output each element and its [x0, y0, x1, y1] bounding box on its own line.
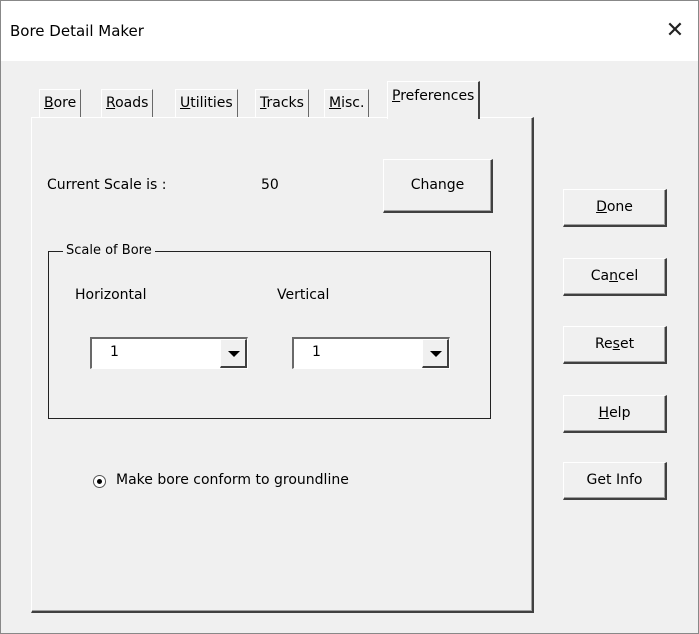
tab-utilities-key: U — [180, 95, 191, 111]
conform-radio[interactable] — [93, 475, 106, 488]
help-label: elp — [609, 405, 631, 421]
tab-roads-label: oads — [115, 95, 149, 111]
help-button[interactable]: Help — [563, 395, 667, 433]
chevron-down-icon[interactable] — [220, 339, 247, 368]
reset-label-post: et — [619, 336, 635, 352]
cancel-key: n — [609, 268, 619, 284]
tab-preferences[interactable]: Preferences — [387, 81, 481, 119]
dialog-window: Bore Detail Maker ✕ Bore Roads Utilities… — [0, 0, 699, 634]
window-title: Bore Detail Maker — [10, 22, 144, 40]
change-button[interactable]: Change — [383, 159, 493, 213]
horizontal-scale-select[interactable]: 1 — [90, 337, 248, 369]
done-key: D — [596, 199, 607, 215]
reset-key: s — [612, 336, 620, 352]
tab-preferences-label: references — [400, 88, 475, 104]
tab-tracks-label: racks — [266, 95, 304, 111]
tab-bore-key: B — [44, 95, 54, 111]
get-info-button[interactable]: Get Info — [563, 462, 667, 500]
cancel-label-pre: Ca — [590, 268, 610, 284]
vertical-label: Vertical — [277, 287, 330, 303]
tab-preferences-key: P — [392, 88, 401, 104]
horizontal-scale-value: 1 — [110, 344, 119, 360]
tab-misc[interactable]: Misc. — [324, 89, 370, 117]
tab-bore-label: ore — [53, 95, 77, 111]
chevron-down-icon[interactable] — [422, 339, 449, 368]
cancel-button[interactable]: Cancel — [563, 258, 667, 296]
title-bar: Bore Detail Maker ✕ — [1, 1, 698, 61]
done-button[interactable]: Done — [563, 189, 667, 227]
vertical-scale-value: 1 — [312, 344, 321, 360]
reset-button[interactable]: Reset — [563, 326, 667, 364]
tab-misc-key: M — [329, 95, 342, 111]
cancel-label-post: cel — [618, 268, 639, 284]
close-icon[interactable]: ✕ — [652, 13, 698, 49]
tab-utilities[interactable]: Utilities — [175, 89, 238, 117]
done-label: one — [606, 199, 633, 215]
horizontal-label: Horizontal — [75, 287, 147, 303]
tab-bore[interactable]: Bore — [39, 89, 82, 117]
tab-roads-key: R — [106, 95, 116, 111]
help-key: H — [598, 405, 610, 421]
tab-roads[interactable]: Roads — [101, 89, 154, 117]
tab-tracks[interactable]: Tracks — [255, 89, 309, 117]
current-scale-label: Current Scale is : — [47, 177, 167, 193]
conform-label[interactable]: Make bore conform to groundline — [116, 472, 349, 488]
tab-misc-label: isc. — [341, 95, 365, 111]
scale-of-bore-frame — [48, 251, 491, 419]
reset-label-pre: Re — [594, 336, 613, 352]
tab-utilities-label: tilities — [190, 95, 233, 111]
current-scale-value: 50 — [261, 177, 279, 193]
scale-frame-title: Scale of Bore — [63, 242, 155, 260]
vertical-scale-select[interactable]: 1 — [292, 337, 450, 369]
